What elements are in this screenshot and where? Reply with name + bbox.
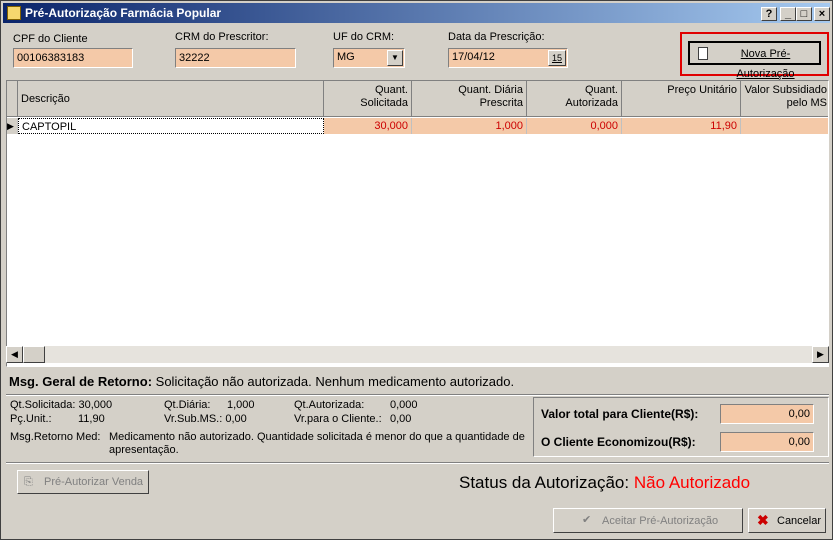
sale-icon: ⎘ [24,476,33,488]
date-label: Data da Prescrição: [448,31,545,43]
chevron-down-icon[interactable]: ▼ [387,50,403,66]
title-bar: Pré-Autorização Farmácia Popular ? _ □ × [3,3,830,23]
aceitar-pre-autorizacao-button[interactable]: ✔ Aceitar Pré-Autorização [553,508,743,533]
detail-vr-cliente-value: 0,00 [390,413,412,425]
cell-preco-unitario[interactable]: 11,90 [622,118,741,134]
app-icon [7,6,21,20]
calendar-icon[interactable]: 15 [548,50,566,66]
cancel-x-icon: ✖ [757,512,769,528]
minimize-button[interactable]: _ [780,7,796,21]
maximize-button[interactable]: □ [796,7,812,21]
detail-qt-diaria-value: 1,000 [227,399,255,411]
pre-autorizar-label: Pré-Autorizar Venda [44,476,144,488]
detail-qt-solicitada: Qt.Solicitada: 30,000 [10,399,113,411]
detail-qt-diaria-label: Qt.Diária: [164,399,211,411]
detail-vr-sub: Vr.Sub.MS.: 0,00 [164,413,247,425]
msg-retorno-med-label: Msg.Retorno Med: [10,431,101,443]
cancelar-button[interactable]: ✖ Cancelar [748,508,826,533]
col-preco-unitario[interactable]: Preço Unitário [622,81,741,117]
date-value: 17/04/12 [452,51,495,63]
window-title: Pré-Autorização Farmácia Popular [25,6,222,20]
economizou-label: O Cliente Economizou(R$): [541,435,696,449]
row-indicator-icon: ▶ [7,118,18,134]
detail-qt-autorizada-value: 0,000 [390,399,418,411]
cell-quant-solicitada[interactable]: 30,000 [324,118,412,134]
new-document-icon [698,47,708,60]
horizontal-scrollbar[interactable]: ◀ ▶ [6,346,829,363]
valor-total-field: 0,00 [720,404,814,424]
uf-value: MG [337,51,355,63]
divider [6,462,829,464]
aceitar-label: Aceitar Pré-Autorização [602,515,719,527]
uf-label: UF do CRM: [333,31,395,43]
col-valor-subsidiado[interactable]: Valor Subsidiado pelo MS [741,81,828,117]
status-label: Status da Autorização: [459,473,630,492]
detail-pc-unit-value: 11,90 [78,413,105,425]
msg-geral-label: Msg. Geral de Retorno: [9,374,153,389]
status-autorizacao: Status da Autorização: Não Autorizado [459,473,750,493]
cell-quant-diaria[interactable]: 1,000 [412,118,527,134]
col-quant-diaria[interactable]: Quant. Diária Prescrita [412,81,527,117]
col-descricao[interactable]: Descrição [18,81,324,117]
nova-button-label: Nova Pré-Autorização [736,48,795,80]
cell-valor-subsidiado[interactable] [741,118,828,134]
date-input[interactable]: 17/04/12 15 [448,48,568,68]
row-indicator-header [7,81,18,117]
col-quant-autorizada[interactable]: Quant. Autorizada [527,81,622,117]
msg-geral: Msg. Geral de Retorno: Solicitação não a… [9,374,514,389]
detail-qt-autorizada-label: Qt.Autorizada: [294,399,365,411]
cell-quant-autorizada[interactable]: 0,000 [527,118,622,134]
scroll-thumb[interactable] [23,346,45,363]
scroll-left-icon[interactable]: ◀ [6,346,23,363]
detail-pc-unit-label: Pç.Unit.: [10,413,52,425]
cell-descricao[interactable]: CAPTOPIL [18,118,324,134]
detail-vr-cliente-label: Vr.para o Cliente.: [294,413,382,425]
pre-autorizacao-window: Pré-Autorização Farmácia Popular ? _ □ ×… [0,0,833,540]
economizou-field: 0,00 [720,432,814,452]
cancelar-label: Cancelar [777,515,822,527]
valor-total-label: Valor total para Cliente(R$): [541,407,699,421]
uf-select[interactable]: MG ▼ [333,48,405,68]
pre-autorizar-venda-button[interactable]: ⎘ Pré-Autorizar Venda [17,470,149,494]
totals-panel: Valor total para Cliente(R$): 0,00 O Cli… [533,397,829,457]
items-grid[interactable]: Descrição Quant. Solicitada Quant. Diári… [6,80,829,367]
cpf-input[interactable]: 00106383183 [13,48,133,68]
crm-input[interactable]: 32222 [175,48,296,68]
close-button[interactable]: × [814,7,830,21]
nova-pre-autorizacao-button[interactable]: Nova Pré-Autorização [688,41,821,80]
msg-retorno-med-text: Medicamento não autorizado. Quantidade s… [109,431,525,456]
crm-label: CRM do Prescritor: [175,31,269,43]
msg-geral-text: Solicitação não autorizada. Nenhum medic… [155,374,515,389]
scroll-right-icon[interactable]: ▶ [812,346,829,363]
check-icon: ✔ [582,514,592,526]
divider [6,394,829,396]
cpf-label: CPF do Cliente [13,33,88,45]
col-quant-solicitada[interactable]: Quant. Solicitada [324,81,412,117]
help-button[interactable]: ? [761,7,777,21]
status-value: Não Autorizado [633,473,751,492]
